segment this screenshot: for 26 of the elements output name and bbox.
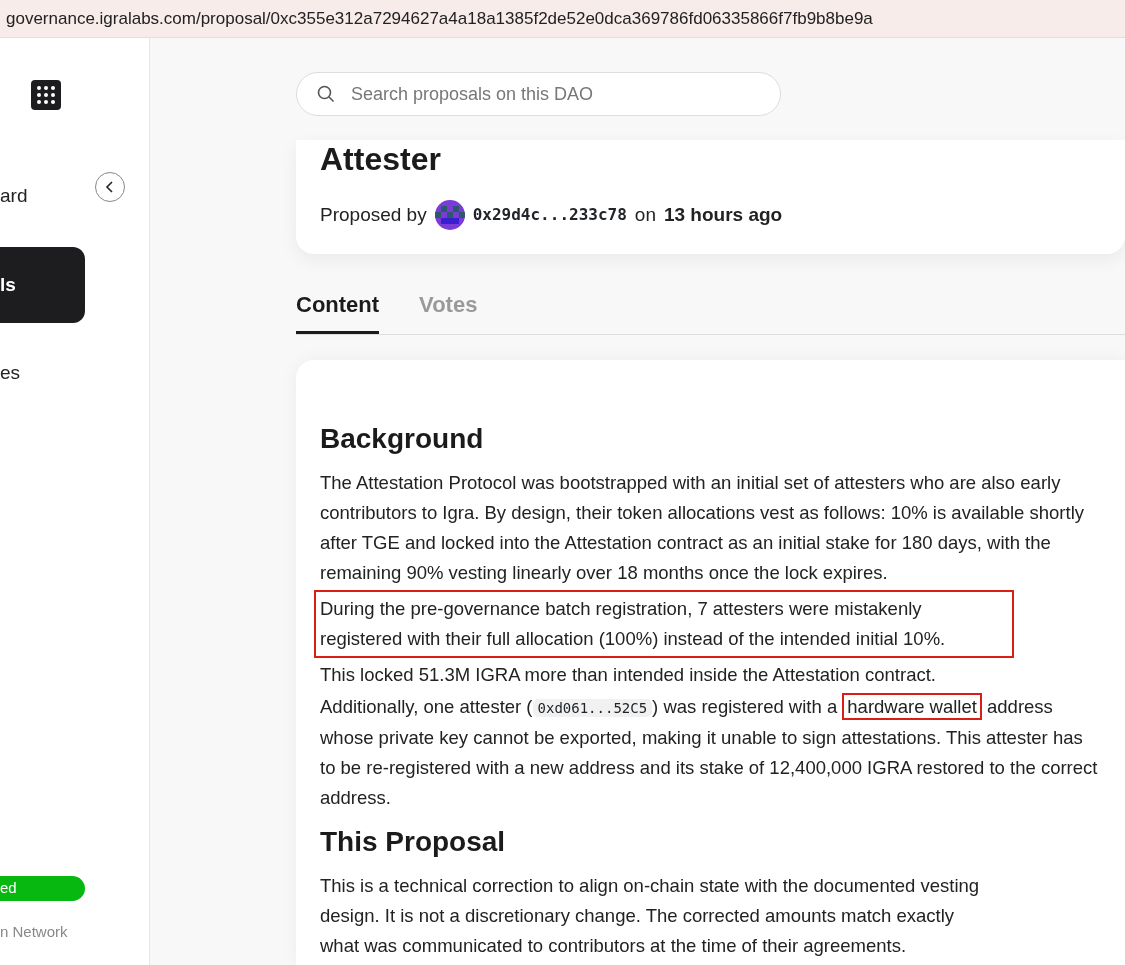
collapse-sidebar-button[interactable] <box>95 172 125 202</box>
search-field[interactable]: Search proposals on this DAO <box>296 72 781 116</box>
proposer-address-link[interactable]: 0x29d4c...233c78 <box>472 203 627 228</box>
chevron-left-icon <box>105 181 115 193</box>
apps-grid-icon[interactable] <box>31 80 61 110</box>
paragraph: Additionally, one attester ( 0xd061...52C5 ) was registered with a hardware wallet address whose private key cannot be exported, making it unable to sign attestations. This attester has to be re-registered with a new address and its stake of 12,400,000 IGRA restored to the correct address. <box>320 692 1101 813</box>
status-badge: ed <box>0 876 85 901</box>
paragraph: During the pre-governance batch registration, 7 attesters were mistakenly registered with their full allocation (100%) instead of the intended initial 10%. <box>314 590 1014 658</box>
search-input[interactable]: Search proposals on this DAO <box>349 79 760 109</box>
on-label: on <box>634 203 656 228</box>
proposed-by-label: Proposed by <box>320 203 427 228</box>
paragraph: This locked 51.3M IGRA more than intended inside the Attestation contract. <box>320 663 937 687</box>
paragraph: This is a technical correction to align on-chain state with the documented vesting design. It is not a discretionary change. The corrected amounts match exactly what was communicated to contributors at the time of their agreements. <box>320 873 981 958</box>
inline-code: 0xd061...52C5 <box>532 699 653 717</box>
network-label: n Network <box>0 921 69 942</box>
proposal-title: Attester <box>320 140 442 179</box>
tab[interactable]: Content <box>296 288 380 335</box>
search-icon <box>317 85 335 103</box>
proposal-time: 13 hours ago <box>663 203 783 228</box>
sidebar-item[interactable]: ard <box>0 168 85 225</box>
section-heading: This Proposal <box>320 825 507 859</box>
sidebar-item[interactable]: es <box>0 345 85 402</box>
sidebar-item[interactable]: ls <box>0 246 85 323</box>
section-heading: Background <box>320 422 485 456</box>
avatar-icon <box>434 200 465 231</box>
paragraph: The Attestation Protocol was bootstrapped with an initial set of attesters who are also early contributors to Igra. By design, their token allocations vest as follows: 10% is available shortly after TGE and locked into the Attestation contract as an initial stake for 180 days, with the remaining 90% vesting linearly over 18 months once the lock expires. <box>320 471 1086 585</box>
